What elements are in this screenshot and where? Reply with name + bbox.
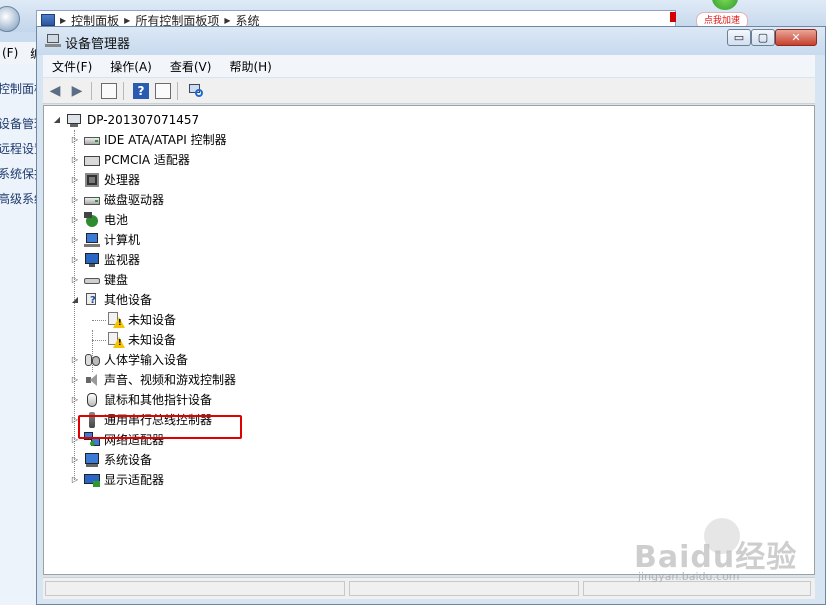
menubar: 文件(F) 操作(A) 查看(V) 帮助(H) xyxy=(43,55,815,77)
toolbar-separator xyxy=(123,82,124,100)
device-manager-window: 设备管理器 ▭ ▢ ✕ 文件(F) 操作(A) 查看(V) 帮助(H) ◀ ▶ … xyxy=(36,26,826,605)
toolbar-separator xyxy=(91,82,92,100)
computer-root-icon xyxy=(66,112,82,128)
background-sidebar: 控制面板 设备管理 远程设置 系统保护 高级系统 xyxy=(0,64,46,605)
breadcrumb-separator-icon: ▶ xyxy=(124,15,131,25)
hid-icon xyxy=(84,352,100,368)
keyboard-icon xyxy=(84,272,100,288)
tree-item-label: 电池 xyxy=(104,213,129,227)
highlight-annotation-box xyxy=(78,415,242,439)
tree-item-label: 人体学输入设备 xyxy=(104,353,189,367)
background-menu-item[interactable]: (F) xyxy=(2,46,18,60)
status-cell xyxy=(45,581,345,596)
tree-item-label: 监视器 xyxy=(104,253,141,267)
tree-item-label: PCMCIA 适配器 xyxy=(104,153,190,167)
menu-file[interactable]: 文件(F) xyxy=(43,58,101,75)
breadcrumb-separator-icon: ▶ xyxy=(224,15,231,25)
tree-item-label: 其他设备 xyxy=(104,293,153,307)
maximize-button[interactable]: ▢ xyxy=(751,29,775,46)
expand-arrow-icon[interactable]: ▷ xyxy=(70,230,80,250)
properties-icon[interactable] xyxy=(155,83,171,99)
tree-item-label: IDE ATA/ATAPI 控制器 xyxy=(104,133,227,147)
control-panel-icon xyxy=(41,14,55,26)
expand-arrow-icon[interactable]: ▷ xyxy=(70,210,80,230)
mouse-icon xyxy=(84,392,100,408)
leaf-icon xyxy=(712,0,738,10)
tree-guide-line xyxy=(92,340,106,341)
tree-item-label: 处理器 xyxy=(104,173,141,187)
expand-arrow-icon[interactable]: ▷ xyxy=(70,370,80,390)
expand-arrow-icon[interactable]: ▷ xyxy=(70,170,80,190)
menu-view[interactable]: 查看(V) xyxy=(161,58,221,75)
window-titlebar[interactable]: 设备管理器 ▭ ▢ ✕ xyxy=(37,27,825,55)
window-title: 设备管理器 xyxy=(65,37,131,52)
tree-item-label: 系统设备 xyxy=(104,453,153,467)
tree-item-label: 声音、视频和游戏控制器 xyxy=(104,373,237,387)
tree-item-label: 鼠标和其他指针设备 xyxy=(104,393,213,407)
expand-arrow-icon[interactable]: ▷ xyxy=(70,350,80,370)
minimize-button[interactable]: ▭ xyxy=(727,29,751,46)
expand-arrow-icon[interactable]: ▷ xyxy=(70,470,80,490)
flag-icon xyxy=(670,12,676,22)
tree-item-label: 未知设备 xyxy=(128,333,177,347)
expand-arrow-icon[interactable]: ▷ xyxy=(70,450,80,470)
tree-root-label: DP-201307071457 xyxy=(87,113,200,127)
toolbar: ◀ ▶ ? xyxy=(43,78,815,104)
device-tree: ◢ DP-201307071457 ▷ IDE ATA/ATAPI 控制器 ▷ … xyxy=(43,105,815,575)
device-manager-icon xyxy=(45,34,61,48)
tree-guide-line xyxy=(92,320,106,321)
tree-item-label: 计算机 xyxy=(104,233,141,247)
breadcrumb-separator-icon: ▶ xyxy=(60,15,67,25)
expand-arrow-icon[interactable]: ▷ xyxy=(70,250,80,270)
processor-icon xyxy=(84,172,100,188)
status-cell xyxy=(583,581,811,596)
warning-device-icon: ! xyxy=(108,332,125,348)
expand-arrow-icon[interactable]: ▷ xyxy=(70,150,80,170)
expand-arrow-icon[interactable]: ▷ xyxy=(70,270,80,290)
forward-arrow-icon[interactable]: ▶ xyxy=(69,83,85,99)
expand-arrow-icon[interactable]: ▷ xyxy=(70,390,80,410)
battery-icon xyxy=(84,212,100,228)
help-icon[interactable]: ? xyxy=(133,83,149,99)
sound-icon xyxy=(84,372,100,388)
status-bar xyxy=(43,577,815,599)
card-adapter-icon xyxy=(84,152,100,168)
tree-item-label: 显示适配器 xyxy=(104,473,165,487)
system-device-icon xyxy=(84,452,100,468)
toolbar-separator xyxy=(177,82,178,100)
display-adapter-icon xyxy=(84,472,100,488)
menu-help[interactable]: 帮助(H) xyxy=(220,58,280,75)
tree-item-label: 键盘 xyxy=(104,273,129,287)
collapse-arrow-icon[interactable]: ◢ xyxy=(70,290,80,310)
warning-device-icon: ! xyxy=(108,312,125,328)
monitor-icon xyxy=(84,252,100,268)
collapse-arrow-icon[interactable]: ◢ xyxy=(52,110,62,130)
expand-arrow-icon[interactable]: ▷ xyxy=(70,130,80,150)
back-arrow-icon[interactable]: ◀ xyxy=(47,83,63,99)
expand-arrow-icon[interactable]: ▷ xyxy=(70,190,80,210)
unknown-device-icon: ? xyxy=(84,292,100,308)
tree-item-label: 未知设备 xyxy=(128,313,177,327)
tree-item-label: 磁盘驱动器 xyxy=(104,193,165,207)
show-hide-tree-icon[interactable] xyxy=(101,83,117,99)
status-cell xyxy=(349,581,579,596)
close-button[interactable]: ✕ xyxy=(775,29,817,46)
menu-action[interactable]: 操作(A) xyxy=(101,58,161,75)
scan-hardware-icon[interactable] xyxy=(187,83,203,99)
computer-icon xyxy=(84,232,100,248)
